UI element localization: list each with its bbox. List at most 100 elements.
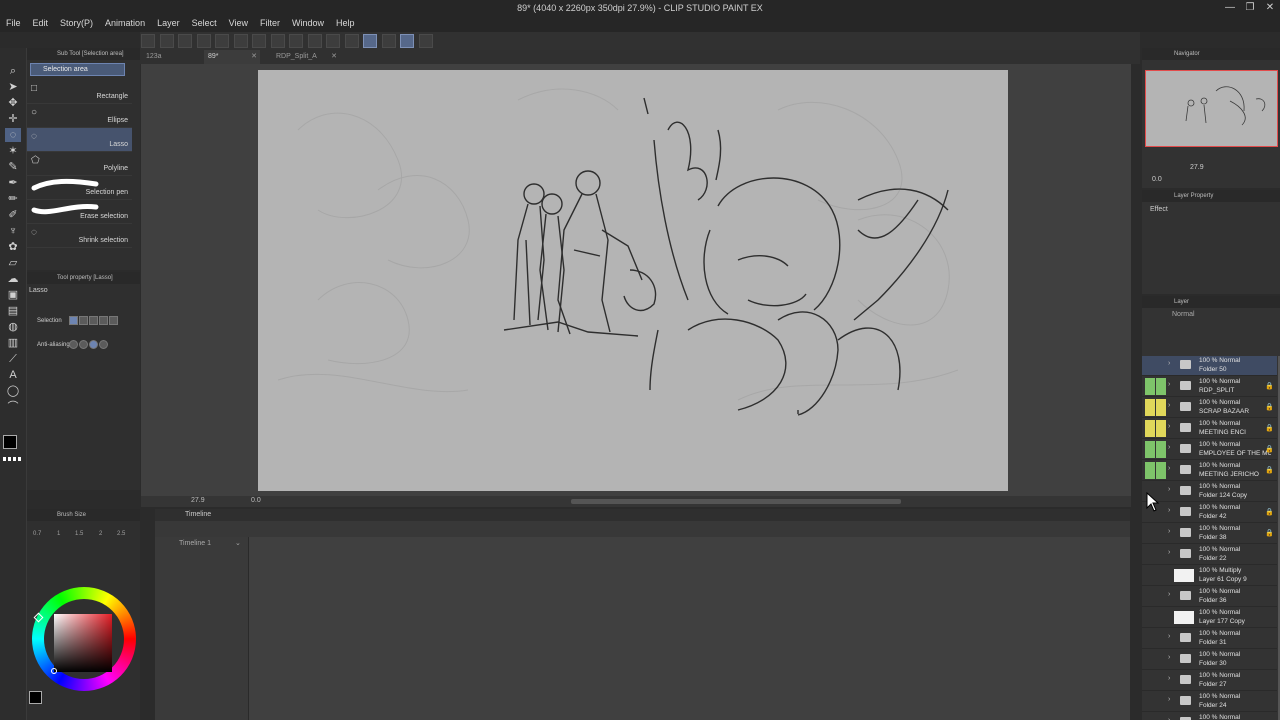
menu-view[interactable]: View bbox=[223, 15, 254, 32]
correct-line-icon[interactable]: ⌒ bbox=[5, 400, 21, 414]
redo-icon[interactable] bbox=[233, 34, 248, 48]
chevron-right-icon[interactable]: › bbox=[1168, 633, 1170, 640]
menu-animation[interactable]: Animation bbox=[99, 15, 151, 32]
layer-row[interactable]: ›100 % Normal bbox=[1142, 713, 1277, 720]
layer-visibility-toggle[interactable] bbox=[1145, 714, 1155, 720]
layer-color-tag[interactable] bbox=[1156, 525, 1166, 542]
brush-size-option[interactable]: 2.5 bbox=[117, 531, 125, 537]
brush-size-option[interactable]: 2 bbox=[99, 531, 102, 537]
selection-area-group[interactable]: Selection area bbox=[30, 63, 125, 76]
navigator-zoom[interactable]: 27.9 bbox=[1190, 164, 1204, 171]
layer-color-tag[interactable] bbox=[1156, 588, 1166, 605]
chevron-right-icon[interactable]: › bbox=[1168, 444, 1170, 451]
canvas-angle-value[interactable]: 0.0 bbox=[251, 497, 261, 504]
layer-row[interactable]: 100 % Multiply Layer 61 Copy 9 bbox=[1142, 566, 1277, 586]
snap-icon[interactable] bbox=[418, 34, 433, 48]
brush-size-option[interactable]: 1 bbox=[57, 531, 60, 537]
layer-color-tag[interactable] bbox=[1156, 567, 1166, 584]
layer-color-tag[interactable] bbox=[1156, 441, 1166, 458]
new-icon[interactable] bbox=[159, 34, 174, 48]
layer-row[interactable]: › 100 % Normal Folder 22 bbox=[1142, 545, 1277, 565]
lock-icon[interactable]: 🔒 bbox=[1265, 445, 1274, 453]
fill-tool-icon[interactable]: ▣ bbox=[5, 288, 21, 302]
select-selection-button[interactable] bbox=[109, 316, 118, 325]
layer-color-tag[interactable] bbox=[1156, 672, 1166, 689]
lock-icon[interactable]: 🔒 bbox=[1265, 382, 1274, 390]
layer-row[interactable]: › 100 % Normal Folder 24 bbox=[1142, 692, 1277, 712]
canvas-zoom-value[interactable]: 27.9 bbox=[191, 497, 205, 504]
lock-icon[interactable]: 🔒 bbox=[1265, 403, 1274, 411]
pen-icon[interactable]: ✒ bbox=[5, 176, 21, 190]
deselect-icon[interactable] bbox=[363, 34, 378, 48]
layer-row[interactable]: › 100 % Normal RDP_SPLIT 🔒 bbox=[1142, 377, 1277, 397]
antialias-weak-button[interactable] bbox=[79, 340, 88, 349]
layer-color-tag[interactable] bbox=[1156, 378, 1166, 395]
lock-icon[interactable]: 🔒 bbox=[1265, 424, 1274, 432]
layer-row[interactable]: › 100 % Normal EMPLOYEE OF THE MO 🔒 bbox=[1142, 440, 1277, 460]
antialias-medium-button[interactable] bbox=[89, 340, 98, 349]
balloon-icon[interactable]: ◯ bbox=[5, 384, 21, 398]
layer-color-tag[interactable] bbox=[1156, 630, 1166, 647]
tab-89[interactable]: 89* ✕ bbox=[204, 50, 260, 64]
auto-select-icon[interactable]: ✶ bbox=[5, 144, 21, 158]
chevron-down-icon[interactable]: ⌄ bbox=[235, 539, 241, 547]
main-color-swatch[interactable] bbox=[3, 435, 17, 449]
navigator-preview[interactable] bbox=[1145, 70, 1278, 147]
brush-icon[interactable]: ✐ bbox=[5, 208, 21, 222]
layer-visibility-toggle[interactable] bbox=[1145, 630, 1155, 647]
layer-row[interactable]: › 100 % Normal MEETING ENCI 🔒 bbox=[1142, 419, 1277, 439]
decoration-icon[interactable]: ✿ bbox=[5, 240, 21, 254]
color-picker-marker[interactable] bbox=[51, 668, 57, 674]
save-icon[interactable] bbox=[196, 34, 211, 48]
subtool-ellipse[interactable]: ○ Ellipse bbox=[27, 104, 132, 128]
invert-selection-icon[interactable] bbox=[381, 34, 396, 48]
layer-color-tag[interactable] bbox=[1156, 609, 1166, 626]
chevron-right-icon[interactable]: › bbox=[1168, 696, 1170, 703]
layer-visibility-toggle[interactable] bbox=[1145, 693, 1155, 710]
layer-color-tag[interactable] bbox=[1156, 714, 1166, 720]
chevron-right-icon[interactable]: › bbox=[1168, 465, 1170, 472]
layer-visibility-toggle[interactable] bbox=[1145, 462, 1155, 479]
layer-row[interactable]: › 100 % Normal Folder 50 bbox=[1142, 356, 1277, 376]
zoom-tool-icon[interactable]: ⌕ bbox=[5, 64, 21, 78]
chevron-right-icon[interactable]: › bbox=[1168, 402, 1170, 409]
clip-studio-icon[interactable] bbox=[141, 34, 155, 48]
subtool-selection-pen[interactable]: Selection pen bbox=[27, 176, 132, 200]
layer-visibility-toggle[interactable] bbox=[1145, 357, 1155, 374]
layer-color-tag[interactable] bbox=[1156, 651, 1166, 668]
tab-rdp-split-a[interactable]: RDP_Split_A ✕ bbox=[272, 50, 340, 64]
menu-filter[interactable]: Filter bbox=[254, 15, 286, 32]
layer-color-tag[interactable] bbox=[1156, 546, 1166, 563]
subtract-selection-button[interactable] bbox=[89, 316, 98, 325]
operation-tool-icon[interactable]: ➤ bbox=[5, 80, 21, 94]
layer-row[interactable]: › 100 % Normal Folder 38 🔒 bbox=[1142, 524, 1277, 544]
layer-visibility-toggle[interactable] bbox=[1145, 588, 1155, 605]
saturation-value-square[interactable] bbox=[54, 614, 112, 672]
layer-color-tag[interactable] bbox=[1156, 357, 1166, 374]
layer-row[interactable]: › 100 % Normal Folder 42 🔒 bbox=[1142, 503, 1277, 523]
timeline-name[interactable]: Timeline 1 bbox=[179, 540, 211, 547]
chevron-right-icon[interactable]: › bbox=[1168, 654, 1170, 661]
layer-visibility-toggle[interactable] bbox=[1145, 420, 1155, 437]
chevron-right-icon[interactable]: › bbox=[1168, 675, 1170, 682]
tab-123a[interactable]: 123a bbox=[142, 50, 202, 64]
layer-row[interactable]: › 100 % Normal Folder 30 bbox=[1142, 650, 1277, 670]
selection-tool-icon[interactable]: ◌ bbox=[5, 128, 21, 142]
chevron-right-icon[interactable]: › bbox=[1168, 486, 1170, 493]
layer-color-tag[interactable] bbox=[1156, 462, 1166, 479]
antialias-none-button[interactable] bbox=[69, 340, 78, 349]
layer-visibility-toggle[interactable] bbox=[1145, 651, 1155, 668]
blend-icon[interactable]: ☁ bbox=[5, 272, 21, 286]
chevron-right-icon[interactable]: › bbox=[1168, 528, 1170, 535]
fill-icon[interactable] bbox=[344, 34, 359, 48]
chevron-right-icon[interactable]: › bbox=[1168, 507, 1170, 514]
lock-icon[interactable]: 🔒 bbox=[1265, 529, 1274, 537]
menu-story[interactable]: Story(P) bbox=[54, 15, 99, 32]
move-layer-icon[interactable]: ✛ bbox=[5, 112, 21, 126]
layer-row[interactable]: › 100 % Normal Folder 36 bbox=[1142, 587, 1277, 607]
close-tab-icon[interactable]: ✕ bbox=[331, 50, 337, 64]
eyedropper-icon[interactable]: ✎ bbox=[5, 160, 21, 174]
frame-icon[interactable]: ▥ bbox=[5, 336, 21, 350]
layer-color-tag[interactable] bbox=[1156, 693, 1166, 710]
layer-color-tag[interactable] bbox=[1156, 399, 1166, 416]
